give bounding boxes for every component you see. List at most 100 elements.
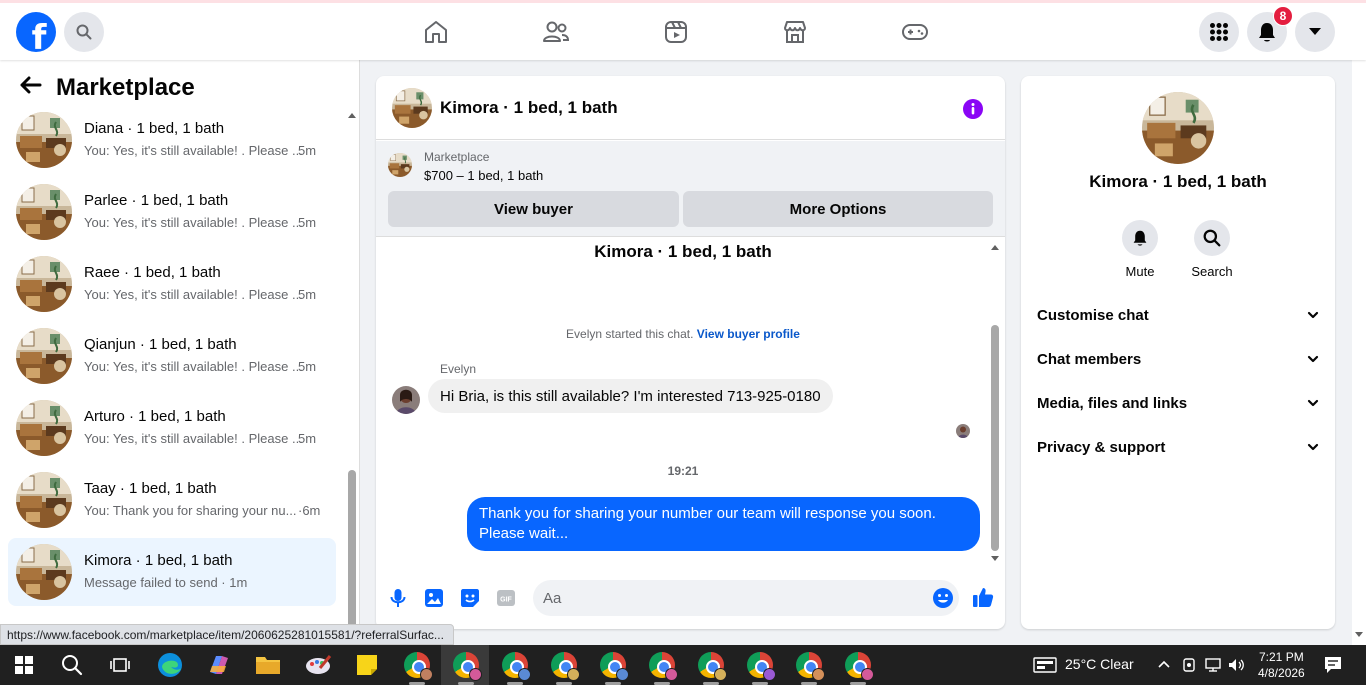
edge-icon <box>158 653 182 677</box>
listing-banner: Marketplace $700 – 1 bed, 1 bath View bu… <box>376 141 1005 237</box>
start-button[interactable] <box>10 651 38 679</box>
conversation-item[interactable]: Kimora · 1 bed, 1 bath Message failed to … <box>8 538 336 606</box>
account-button[interactable] <box>1295 12 1335 52</box>
chrome-taskbar-button[interactable] <box>796 652 825 681</box>
chat-avatar[interactable] <box>392 88 432 128</box>
photo-icon[interactable] <box>424 588 444 608</box>
folder-icon <box>256 657 280 674</box>
sender-name: Evelyn <box>440 362 477 376</box>
conversation-item[interactable]: Parlee · 1 bed, 1 bath You: Yes, it's sti… <box>8 178 336 246</box>
chrome-taskbar-button[interactable] <box>404 652 433 681</box>
sender-avatar[interactable] <box>392 386 420 414</box>
profile-mini-icon <box>567 668 580 681</box>
weather-display-icon[interactable] <box>1033 657 1057 673</box>
conversation-name: Raee · 1 bed, 1 bath <box>84 264 221 281</box>
home-nav-button[interactable] <box>421 17 451 47</box>
like-thumb-icon[interactable] <box>972 586 994 608</box>
paint-taskbar-button[interactable] <box>304 651 332 679</box>
page-scrollbar[interactable] <box>1352 60 1366 645</box>
conversation-item[interactable]: Diana · 1 bed, 1 bath You: Yes, it's stil… <box>8 106 336 174</box>
view-buyer-profile-link[interactable]: View buyer profile <box>697 327 800 341</box>
marketplace-icon <box>784 21 806 43</box>
chat-members-section[interactable]: Chat members <box>1029 340 1327 380</box>
chevron-up-icon[interactable] <box>1157 659 1171 669</box>
bell-icon <box>1133 230 1147 246</box>
sidebar-scrollbar[interactable] <box>346 106 358 630</box>
task-view-button[interactable] <box>106 651 134 679</box>
search-action[interactable]: Search <box>1182 220 1242 279</box>
marketplace-sidebar: You: Yes, it's still available! . Please… <box>0 60 360 630</box>
chrome-taskbar-button[interactable] <box>649 652 678 681</box>
video-icon <box>665 21 687 43</box>
message-input[interactable] <box>533 580 959 616</box>
chat-scrollbar[interactable] <box>988 240 1002 566</box>
friends-nav-button[interactable] <box>541 17 571 47</box>
chrome-taskbar-button[interactable] <box>747 652 776 681</box>
privacy-support-section[interactable]: Privacy & support <box>1029 428 1327 468</box>
back-arrow-icon[interactable] <box>20 76 42 94</box>
notification-center-icon[interactable] <box>1324 656 1342 674</box>
system-clock[interactable]: 7:21 PM 4/8/2026 <box>1258 649 1305 681</box>
windows-taskbar: 25°C Clear 7:21 PM 4/8/2026 <box>0 645 1366 685</box>
media-files-links-section[interactable]: Media, files and links <box>1029 384 1327 424</box>
volume-icon[interactable] <box>1228 657 1246 673</box>
emoji-icon[interactable] <box>932 587 954 609</box>
menu-button[interactable] <box>1199 12 1239 52</box>
microphone-icon[interactable] <box>388 588 408 608</box>
profile-mini-icon <box>469 668 482 681</box>
profile-mini-icon <box>420 668 433 681</box>
notifications-button[interactable]: 8 <box>1247 6 1293 52</box>
facebook-logo[interactable]: f <box>16 12 56 52</box>
listing-price-title[interactable]: $700 – 1 bed, 1 bath <box>424 168 543 183</box>
friends-icon <box>543 21 570 42</box>
gif-icon[interactable]: GIF <box>496 588 516 608</box>
listing-thumbnail[interactable] <box>388 153 412 177</box>
edge-taskbar-button[interactable] <box>156 651 184 679</box>
chat-title[interactable]: Kimora · 1 bed, 1 bath <box>440 98 618 118</box>
listing-label: Marketplace <box>424 150 490 164</box>
chrome-taskbar-button[interactable] <box>698 652 727 681</box>
info-icon[interactable] <box>962 98 984 120</box>
copilot-taskbar-button[interactable] <box>205 651 233 679</box>
conversation-item[interactable]: Qianjun · 1 bed, 1 bath You: Yes, it's st… <box>8 322 336 390</box>
section-label: Media, files and links <box>1037 395 1188 412</box>
profile-mini-icon <box>518 668 531 681</box>
taskbar-search-button[interactable] <box>58 651 86 679</box>
conversation-item[interactable]: Raee · 1 bed, 1 bath You: Yes, it's still… <box>8 250 336 318</box>
video-nav-button[interactable] <box>661 17 691 47</box>
file-explorer-taskbar-button[interactable] <box>254 651 282 679</box>
outgoing-message[interactable]: Thank you for sharing your number our te… <box>467 497 980 551</box>
conversation-avatar <box>16 400 72 456</box>
scroll-up-arrow-icon[interactable] <box>989 242 1001 252</box>
view-buyer-button[interactable]: View buyer <box>388 191 679 227</box>
incoming-message[interactable]: Hi Bria, is this still available? I'm in… <box>428 379 833 413</box>
customise-chat-section[interactable]: Customise chat <box>1029 296 1327 336</box>
conversation-name: Kimora · 1 bed, 1 bath <box>84 552 233 569</box>
sticker-icon[interactable] <box>460 588 480 608</box>
marketplace-nav-button[interactable] <box>780 17 810 47</box>
gaming-nav-button[interactable] <box>900 17 930 47</box>
scroll-down-arrow-icon[interactable] <box>989 554 1001 564</box>
chat-scroll-thumb[interactable] <box>991 325 999 551</box>
mute-action[interactable]: Mute <box>1110 220 1170 279</box>
chrome-taskbar-button[interactable] <box>551 652 580 681</box>
search-button[interactable] <box>64 12 104 52</box>
chrome-taskbar-button[interactable] <box>845 652 874 681</box>
chrome-taskbar-button[interactable] <box>600 652 629 681</box>
sidebar-scroll-thumb[interactable] <box>348 470 356 630</box>
conversation-item[interactable]: Arturo · 1 bed, 1 bath You: Yes, it's sti… <box>8 394 336 462</box>
more-options-button[interactable]: More Options <box>683 191 993 227</box>
weather-text[interactable]: 25°C Clear <box>1065 656 1134 672</box>
scroll-down-arrow-icon[interactable] <box>1353 630 1365 640</box>
camera-indicator-icon[interactable] <box>1181 657 1197 673</box>
conversation-preview: You: Yes, it's still available! . Please… <box>84 359 303 374</box>
profile-avatar[interactable] <box>1142 92 1214 164</box>
profile-name: Kimora · 1 bed, 1 bath <box>1089 172 1267 191</box>
sticky-notes-taskbar-button[interactable] <box>353 651 381 679</box>
chrome-taskbar-button[interactable] <box>453 652 482 681</box>
sidebar-title: Marketplace <box>56 74 195 101</box>
chrome-taskbar-button[interactable] <box>502 652 531 681</box>
scroll-up-arrow-icon[interactable] <box>346 110 358 122</box>
network-icon[interactable] <box>1204 657 1222 673</box>
conversation-item[interactable]: Taay · 1 bed, 1 bath You: Thank you for s… <box>8 466 336 534</box>
